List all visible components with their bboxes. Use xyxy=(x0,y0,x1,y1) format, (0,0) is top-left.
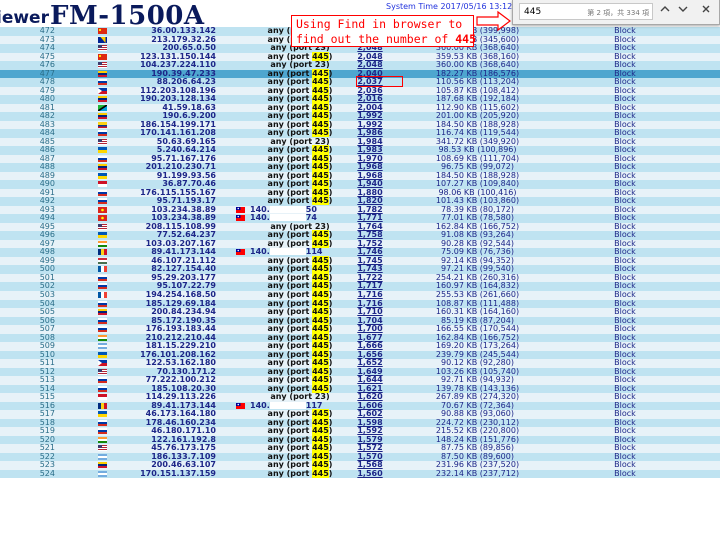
annotation-callout: Using Find in browser to find out the nu… xyxy=(291,15,476,47)
flag-tw-icon xyxy=(236,402,245,409)
flag-tw-icon xyxy=(236,249,245,256)
redacted-mask xyxy=(269,401,306,409)
table-row: 524 170.151.137.159 any (port 445) 1,560 232… xyxy=(0,468,720,479)
highlight-box xyxy=(356,76,403,87)
find-query: 445 xyxy=(524,7,542,17)
flag-tw-icon xyxy=(236,215,245,222)
find-input[interactable]: 445 第 2 項，共 334 項 xyxy=(519,3,653,20)
search-match-highlight: 445 xyxy=(312,468,329,478)
find-result-count: 第 2 項，共 334 項 xyxy=(587,9,649,17)
annotation-highlight: 445 xyxy=(455,32,477,46)
annotation-line-2-text: find out the number of xyxy=(296,32,456,46)
find-bar: 445 第 2 項，共 334 項 xyxy=(512,0,720,25)
close-icon xyxy=(702,5,709,13)
source-ip: 170.151.137.159 xyxy=(140,468,216,478)
connection-table: 47236.00.133.142any (port 445)2,049390.6… xyxy=(0,26,720,479)
session-count-link[interactable]: 1,560 xyxy=(345,469,395,479)
redacted-mask xyxy=(269,248,306,256)
port-cell: any (port 445) xyxy=(240,468,360,479)
find-previous-button[interactable] xyxy=(657,4,672,19)
traffic-size: 232.14 KB (237,712) xyxy=(435,468,520,478)
find-close-button[interactable] xyxy=(698,4,713,19)
redacted-mask xyxy=(269,205,306,213)
app-name-fragment: iewer xyxy=(0,8,49,28)
annotation-arrow-icon xyxy=(476,10,511,32)
action-status: Block xyxy=(614,468,636,478)
redacted-mask xyxy=(269,214,306,222)
chevron-up-icon xyxy=(660,6,669,12)
annotation-line-1: Using Find in browser to xyxy=(296,17,463,31)
annotation-line-2: find out the number of 445 xyxy=(296,32,476,47)
port-text: any (port 445) xyxy=(267,468,333,478)
destination-ip-prefix: 140. xyxy=(250,213,270,223)
row-number: 524 xyxy=(39,468,55,478)
chevron-down-icon xyxy=(678,6,687,12)
port-text: any (port 445) xyxy=(267,238,333,248)
port-text: any (port 445) xyxy=(267,196,333,206)
flag-tw-icon xyxy=(236,206,245,213)
find-next-button[interactable] xyxy=(675,4,690,19)
